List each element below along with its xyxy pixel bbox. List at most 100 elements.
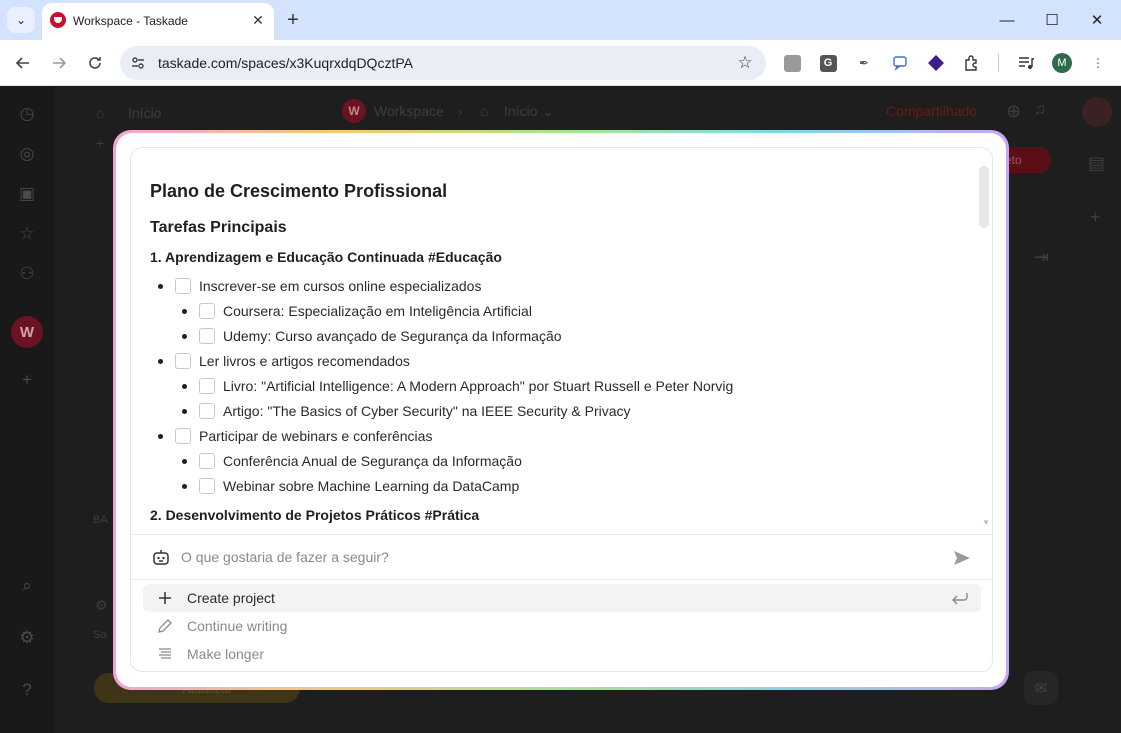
header-home-icon: ⌂ xyxy=(480,103,489,119)
task-checkbox[interactable] xyxy=(199,303,215,319)
bullet-icon xyxy=(182,458,187,464)
enter-key-icon xyxy=(951,590,969,606)
workspace-avatar[interactable]: W xyxy=(11,316,43,348)
task-item: Coursera: Especialização em Inteligência… xyxy=(182,301,532,321)
toolbar-divider xyxy=(998,54,999,72)
sidebar-add-icon[interactable]: + xyxy=(96,135,104,151)
task-item: Livro: "Artificial Intelligence: A Moder… xyxy=(182,376,733,396)
suggestion-make-longer[interactable]: Make longer xyxy=(143,640,981,668)
task-checkbox[interactable] xyxy=(199,378,215,394)
header-home-label[interactable]: Início xyxy=(504,103,537,119)
bullet-icon xyxy=(182,408,187,414)
bullet-icon xyxy=(158,283,163,289)
task-item: Participar de webinars e conferências xyxy=(158,426,432,446)
ai-prompt-input[interactable] xyxy=(181,545,921,569)
reload-icon[interactable] xyxy=(80,48,110,78)
header-workspace-label[interactable]: Workspace xyxy=(374,103,444,119)
chat-support-icon[interactable]: ✉ xyxy=(1024,671,1058,705)
extension-diamond-icon[interactable] xyxy=(925,52,947,74)
profile-avatar[interactable]: M xyxy=(1052,53,1072,73)
bookmark-star-icon[interactable]: ☆ xyxy=(734,52,756,74)
clock-icon[interactable]: ◷ xyxy=(16,103,38,125)
browser-tab-bar: ⌄ Workspace - Taskade ✕ + — ☐ ✕ xyxy=(0,0,1121,40)
task-checkbox[interactable] xyxy=(175,353,191,369)
forward-arrow-icon[interactable] xyxy=(44,48,74,78)
task-item: Webinar sobre Machine Learning da DataCa… xyxy=(182,476,519,496)
browser-toolbar: taskade.com/spaces/x3KuqrxdqDQcztPA ☆ G … xyxy=(0,40,1121,86)
sidebar-fragment-2: So xyxy=(93,629,107,641)
send-icon[interactable] xyxy=(951,547,973,569)
bullet-icon xyxy=(182,308,187,314)
new-tab-icon[interactable]: + xyxy=(281,8,305,32)
browser-tab[interactable]: Workspace - Taskade ✕ xyxy=(42,3,274,40)
task-text: Webinar sobre Machine Learning da DataCa… xyxy=(223,478,520,494)
document-title: Plano de Crescimento Profissional xyxy=(150,181,448,201)
window-close-icon[interactable]: ✕ xyxy=(1082,5,1112,35)
browser-menu-icon[interactable]: ⋮ xyxy=(1087,52,1109,74)
task-text: Participar de webinars e conferências xyxy=(199,428,433,444)
sidebar-bot-icon: ⚙ xyxy=(95,597,108,613)
share-status[interactable]: Compartilhado xyxy=(886,103,977,119)
back-arrow-icon[interactable] xyxy=(8,48,38,78)
site-info-icon[interactable] xyxy=(128,53,148,73)
pencil-icon xyxy=(143,618,187,634)
task-text: Livro: "Artificial Intelligence: A Moder… xyxy=(223,378,734,394)
sidebar-fragment: BA xyxy=(93,514,108,526)
sidebar-home-label[interactable]: Início xyxy=(128,105,161,121)
panel-exit-icon[interactable]: ⇥ xyxy=(1034,247,1049,268)
suggestion-continue-writing[interactable]: Continue writing xyxy=(143,612,981,640)
address-bar[interactable]: taskade.com/spaces/x3KuqrxdqDQcztPA ☆ xyxy=(120,46,766,80)
extension-g-icon[interactable]: G xyxy=(817,52,839,74)
scroll-down-icon[interactable]: ▼ xyxy=(982,518,990,527)
document-scrollbar[interactable] xyxy=(979,166,989,228)
task-text: Ler livros e artigos recomendados xyxy=(199,353,410,369)
url-text[interactable]: taskade.com/spaces/x3KuqrxdqDQcztPA xyxy=(158,55,413,71)
section-heading: 1. Aprendizagem e Educação Continuada #E… xyxy=(150,249,502,265)
task-checkbox[interactable] xyxy=(199,453,215,469)
task-item: Artigo: "The Basics of Cyber Security" n… xyxy=(182,401,631,421)
settings-gear-icon[interactable]: ⚙ xyxy=(16,627,38,649)
plus-icon xyxy=(143,590,187,606)
calendar-icon[interactable]: ▣ xyxy=(16,183,38,205)
task-checkbox[interactable] xyxy=(175,278,191,294)
people-icon[interactable]: ⚇ xyxy=(16,263,38,285)
check-circle-icon[interactable]: ◎ xyxy=(16,143,38,165)
task-checkbox[interactable] xyxy=(199,328,215,344)
help-icon[interactable]: ? xyxy=(16,679,38,701)
task-text: Conferência Anual de Segurança da Inform… xyxy=(223,453,522,469)
task-checkbox[interactable] xyxy=(199,403,215,419)
header-chevron-down-icon[interactable]: ⌄ xyxy=(542,103,554,120)
tab-search-chevron-icon[interactable]: ⌄ xyxy=(7,7,35,33)
extension-puzzle-gray-icon[interactable] xyxy=(781,52,803,74)
task-checkbox[interactable] xyxy=(175,428,191,444)
minimize-icon[interactable]: — xyxy=(992,5,1022,35)
panel-add-icon[interactable]: + xyxy=(1090,207,1101,228)
notification-bell-icon[interactable]: ♫ xyxy=(1034,101,1046,119)
maximize-icon[interactable]: ☐ xyxy=(1037,5,1067,35)
left-rail: ◷ ◎ ▣ ☆ ⚇ W + ⌕ ⚙ ? xyxy=(0,87,54,733)
bullet-icon xyxy=(158,433,163,439)
header-add-icon[interactable]: ⊕ xyxy=(1006,101,1021,122)
ai-modal-panel: ▼ Plano de Crescimento Profissional Tare… xyxy=(130,147,993,672)
task-item: Conferência Anual de Segurança da Inform… xyxy=(182,451,522,471)
task-item: Ler livros e artigos recomendados xyxy=(158,351,410,371)
user-avatar[interactable] xyxy=(1082,97,1112,127)
task-checkbox[interactable] xyxy=(199,478,215,494)
suggestion-create-project[interactable]: Create project xyxy=(143,584,981,612)
star-icon[interactable]: ☆ xyxy=(16,223,38,245)
media-queue-icon[interactable] xyxy=(1015,52,1037,74)
extensions-puzzle-icon[interactable] xyxy=(961,52,983,74)
extension-pen-icon[interactable]: ✒ xyxy=(853,52,875,74)
panel-icon[interactable]: ▤ xyxy=(1088,153,1105,174)
extension-chat-icon[interactable] xyxy=(889,52,911,74)
add-workspace-icon[interactable]: + xyxy=(16,369,38,391)
sidebar-home-icon[interactable]: ⌂ xyxy=(96,105,104,121)
task-item: Inscrever-se em cursos online especializ… xyxy=(158,276,481,296)
search-icon[interactable]: ⌕ xyxy=(16,575,38,597)
suggestion-label: Continue writing xyxy=(187,618,288,634)
task-item: Udemy: Curso avançado de Segurança da In… xyxy=(182,326,562,346)
generated-document: ▼ Plano de Crescimento Profissional Tare… xyxy=(131,148,992,534)
tab-close-icon[interactable]: ✕ xyxy=(248,10,268,30)
bullet-icon xyxy=(182,483,187,489)
header-workspace-logo: W xyxy=(342,99,366,123)
